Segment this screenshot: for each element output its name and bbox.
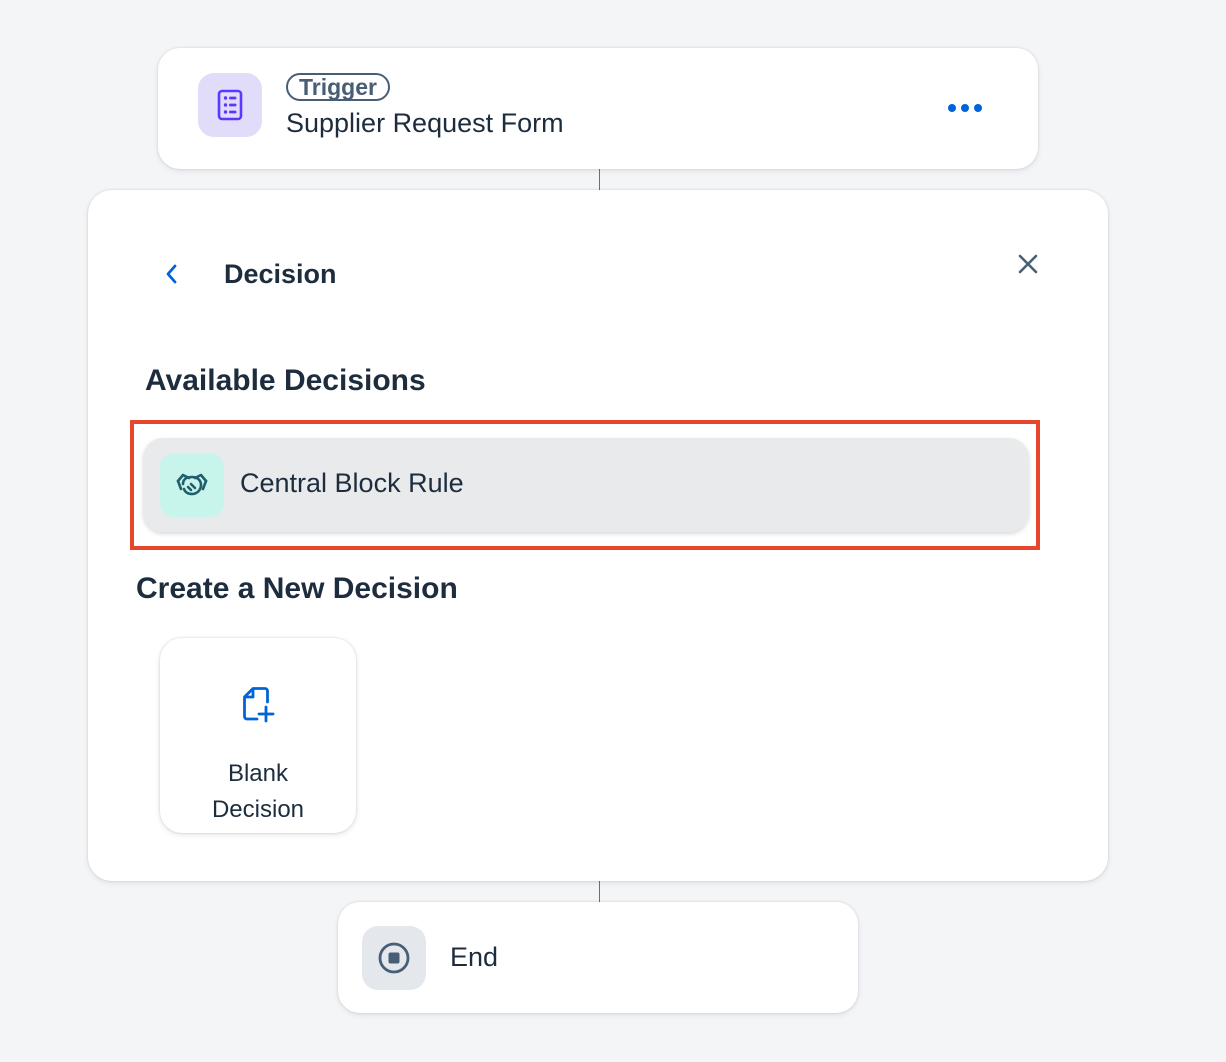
trigger-title: Supplier Request Form (286, 108, 564, 138)
back-button[interactable] (154, 256, 190, 292)
trigger-card[interactable]: Trigger Supplier Request Form (158, 48, 1038, 169)
end-card[interactable]: End (338, 902, 858, 1013)
blank-decision-label-line2: Decision (211, 796, 305, 823)
end-label: End (450, 942, 499, 972)
close-button[interactable] (1010, 246, 1046, 282)
decision-item-central-block-rule[interactable]: Central Block Rule (143, 438, 1029, 532)
close-icon (1018, 254, 1038, 274)
chevron-left-icon (166, 264, 177, 284)
blank-decision-label-line1: Blank (227, 760, 289, 787)
decision-item-label: Central Block Rule (240, 468, 464, 498)
decision-panel: Decision Available Decisions Central Blo… (88, 190, 1108, 881)
trigger-badge: Trigger (286, 73, 390, 101)
blank-decision-tile[interactable]: Blank Decision (160, 638, 356, 833)
blank-decision-label: Blank Decision (160, 756, 356, 828)
flow-connector-top (599, 169, 600, 190)
form-icon (198, 73, 262, 137)
more-horizontal-icon (948, 104, 982, 112)
more-options-button[interactable] (940, 88, 990, 128)
flow-connector-bottom (599, 881, 600, 902)
stop-icon (362, 926, 426, 990)
new-document-icon (234, 680, 282, 728)
handshake-icon (160, 453, 224, 517)
available-decisions-heading: Available Decisions (145, 364, 426, 397)
create-decision-heading: Create a New Decision (136, 572, 458, 605)
panel-title: Decision (224, 259, 337, 289)
